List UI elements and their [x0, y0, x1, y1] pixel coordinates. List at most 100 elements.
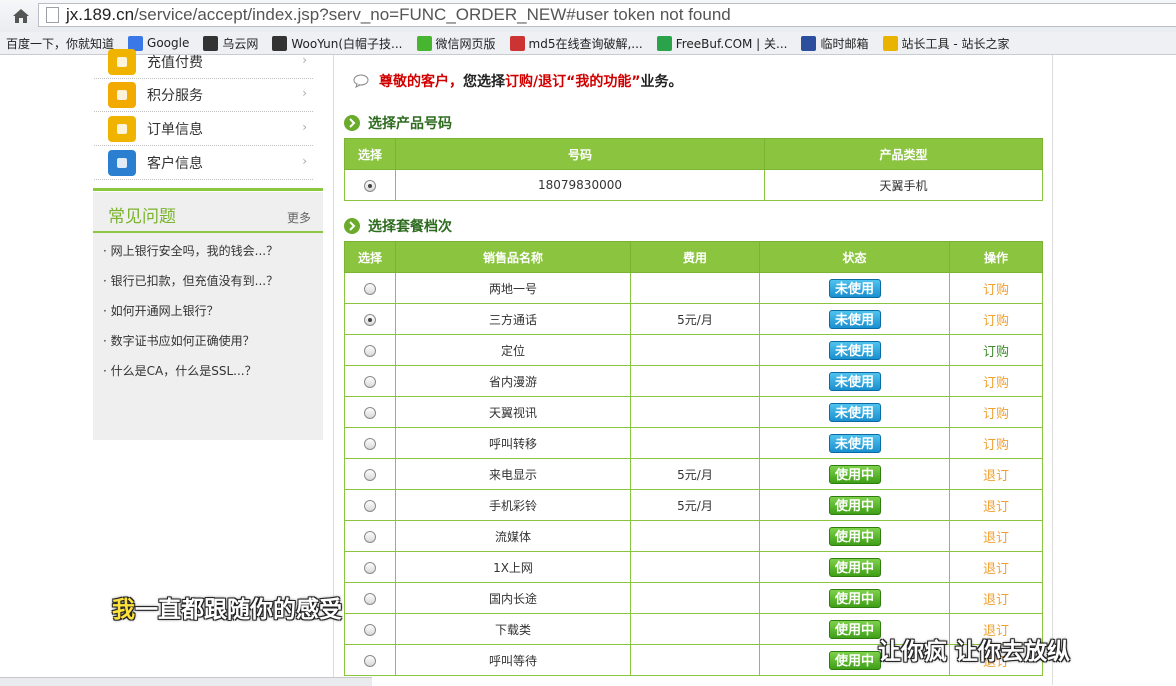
column-header: 号码 [395, 138, 765, 170]
faq-divider [93, 231, 323, 233]
action-link[interactable]: 订购 [983, 314, 1009, 329]
column-header: 选择 [344, 138, 396, 170]
table-row: 18079830000 天翼手机 [344, 169, 1043, 201]
select-cell [344, 396, 396, 428]
status-badge: 未使用 [828, 340, 881, 360]
status-cell: 使用中 [759, 520, 950, 552]
action-link[interactable]: 退订 [983, 593, 1009, 608]
radio-button[interactable] [364, 282, 376, 295]
column-header: 选择 [344, 241, 396, 273]
radio-button[interactable] [364, 499, 376, 512]
status-badge: 未使用 [828, 402, 881, 422]
status-cell: 使用中 [759, 489, 950, 521]
action-link[interactable]: 退订 [983, 469, 1009, 484]
product-name: 国内长途 [395, 582, 631, 614]
status-badge: 使用中 [828, 650, 881, 670]
status-badge: 使用中 [828, 464, 881, 484]
home-icon[interactable] [10, 6, 32, 26]
radio-button[interactable] [364, 561, 376, 574]
faq-more-link[interactable]: 更多 [287, 209, 311, 226]
status-cell: 使用中 [759, 582, 950, 614]
table-row: 国内长途 使用中 退订 [344, 582, 1043, 614]
fee [630, 520, 760, 552]
order-icon [108, 115, 136, 142]
sidebar-item[interactable]: 客户信息 › [94, 146, 313, 180]
faq-item[interactable]: · 数字证书应如何正确使用？ [103, 332, 255, 349]
video-subtitle-right: 让你疯 让你去放纵 [878, 639, 1071, 665]
product-name: 天翼视讯 [395, 396, 631, 428]
radio-button[interactable] [364, 468, 376, 481]
arrow-circle-icon [344, 115, 360, 131]
status-badge: 使用中 [828, 557, 881, 577]
select-cell [344, 427, 396, 459]
faq-item[interactable]: · 网上银行安全吗，我的钱会...？ [103, 242, 278, 259]
product-name: 两地一号 [395, 272, 631, 304]
faq-title: 常见问题 [108, 207, 176, 227]
action-cell: 订购 [949, 365, 1043, 397]
faq-panel: 常见问题 更多 · 网上银行安全吗，我的钱会...？ · 银行已扣款，但充值没有到… [93, 188, 323, 440]
radio-button[interactable] [364, 375, 376, 388]
sidebar-item[interactable]: 订单信息 › [94, 112, 313, 146]
greeting-part1: 尊敬的客户， [379, 74, 463, 90]
star-icon [108, 81, 136, 108]
video-subtitle-left: 我一直都跟随你的感受 [112, 597, 342, 623]
select-cell [344, 582, 396, 614]
greeting-part4: “我的功能” [566, 74, 641, 90]
radio-button[interactable] [364, 313, 376, 326]
greeting-part5: 业务。 [640, 74, 683, 90]
fee: 5元/月 [630, 303, 760, 335]
status-badge: 使用中 [828, 495, 881, 515]
radio-button[interactable] [364, 406, 376, 419]
status-badge: 未使用 [828, 433, 881, 453]
bookmark-item[interactable]: 微信网页版 [416, 35, 496, 52]
url-input[interactable]: jx.189.cn/service/accept/index.jsp?serv_… [38, 3, 1176, 27]
bookmark-item[interactable]: md5在线查询破解,... [509, 35, 643, 52]
radio-button[interactable] [364, 437, 376, 450]
table-row: 省内漫游 未使用 订购 [344, 365, 1043, 397]
action-link[interactable]: 订购 [983, 438, 1009, 453]
action-link[interactable]: 退订 [983, 531, 1009, 546]
faq-item[interactable]: · 如何开通网上银行？ [103, 302, 219, 319]
select-cell [344, 520, 396, 552]
sidebar-item-label: 订单信息 [147, 121, 203, 138]
faq-item[interactable]: · 什么是CA，什么是SSL...？ [103, 362, 257, 379]
column-header: 状态 [759, 241, 950, 273]
bookmark-item[interactable]: 临时邮箱 [801, 35, 869, 52]
action-link[interactable]: 订购 [983, 407, 1009, 422]
status-cell: 未使用 [759, 272, 950, 304]
radio-button[interactable] [364, 592, 376, 605]
fee [630, 272, 760, 304]
bookmark-item[interactable]: FreeBuf.COM | 关... [656, 35, 787, 52]
sidebar-item[interactable]: 充值付费 › [94, 45, 313, 79]
select-cell [344, 551, 396, 583]
bookmark-label: md5在线查询破解,... [528, 36, 643, 51]
action-link[interactable]: 订购 [983, 376, 1009, 391]
faq-item[interactable]: · 银行已扣款，但充值没有到...？ [103, 272, 278, 289]
select-cell [344, 169, 396, 201]
fee [630, 644, 760, 676]
action-link[interactable]: 退订 [983, 500, 1009, 515]
action-cell: 订购 [949, 396, 1043, 428]
package-table: 选择 销售品名称 费用 状态 操作 两地一号 未使用 订购 三方通话 5元/月 未使用 订购 定位 未使… [344, 241, 1043, 676]
column-header: 操作 [949, 241, 1043, 273]
action-link[interactable]: 订购 [983, 345, 1009, 360]
radio-button[interactable] [364, 623, 376, 636]
product-type: 天翼手机 [764, 169, 1043, 201]
radio-button[interactable] [364, 530, 376, 543]
sidebar-item[interactable]: 积分服务 › [94, 78, 313, 112]
status-cell: 使用中 [759, 458, 950, 490]
sidebar-item-label: 客户信息 [147, 155, 203, 172]
customer-icon [108, 149, 136, 176]
radio-button[interactable] [364, 654, 376, 667]
select-cell [344, 303, 396, 335]
chevron-right-icon: › [302, 86, 307, 100]
recharge-icon [108, 48, 136, 75]
action-link[interactable]: 订购 [983, 283, 1009, 298]
radio-button[interactable] [364, 344, 376, 357]
action-link[interactable]: 退订 [983, 562, 1009, 577]
bookmark-item[interactable]: 站长工具 - 站长之家 [882, 35, 1009, 52]
product-name: 来电显示 [395, 458, 631, 490]
radio-button[interactable] [364, 179, 376, 192]
greeting-text: 尊敬的客户， 您选择 订购/退订 “我的功能” 业务。 [353, 71, 683, 91]
page-icon [46, 7, 59, 23]
